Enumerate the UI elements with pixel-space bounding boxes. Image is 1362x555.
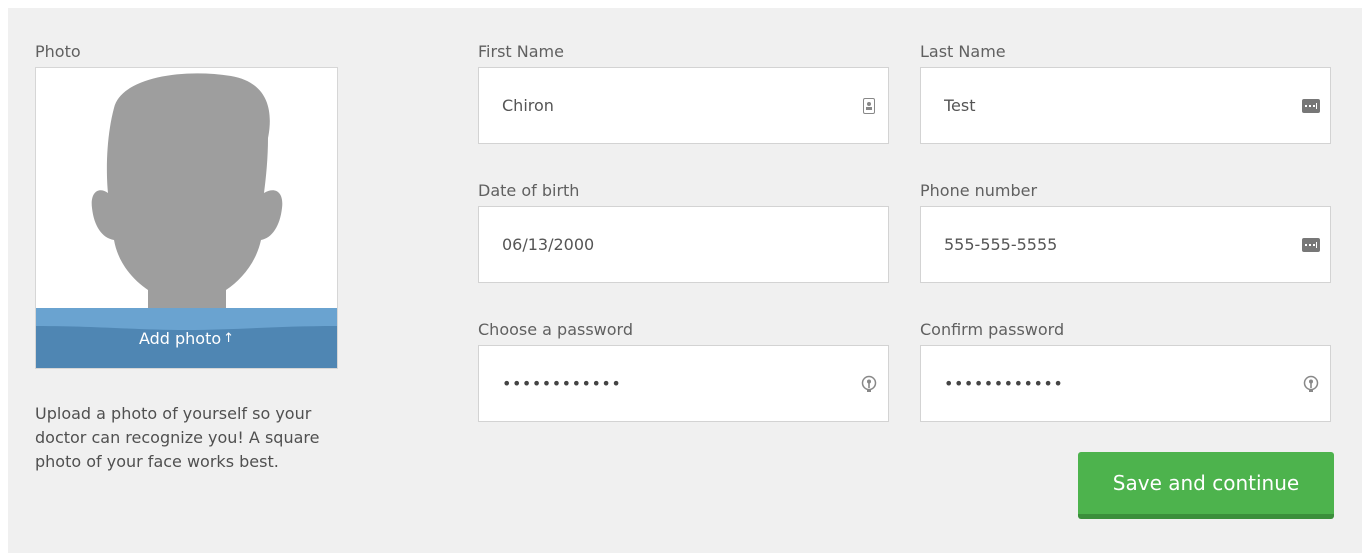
dob-field[interactable] xyxy=(478,206,889,283)
keyboard-autofill-icon[interactable] xyxy=(1302,97,1320,115)
confirm-password-field[interactable]: •••••••••••• xyxy=(920,345,1331,422)
add-photo-button[interactable]: Add photo ↑ xyxy=(36,308,337,368)
first-name-label: First Name xyxy=(478,42,564,61)
phone-label: Phone number xyxy=(920,181,1038,200)
phone-field[interactable] xyxy=(920,206,1331,283)
last-name-label: Last Name xyxy=(920,42,1006,61)
last-name-field[interactable] xyxy=(920,67,1331,144)
key-icon[interactable] xyxy=(860,375,878,393)
password-input[interactable]: •••••••••••• xyxy=(502,374,621,394)
password-label: Choose a password xyxy=(478,320,634,339)
confirm-password-input[interactable]: •••••••••••• xyxy=(944,374,1063,394)
save-and-continue-button[interactable]: Save and continue xyxy=(1078,452,1334,519)
add-photo-label: Add photo xyxy=(138,328,222,348)
last-name-input[interactable] xyxy=(944,68,1284,143)
first-name-field[interactable] xyxy=(478,67,889,144)
dob-label: Date of birth xyxy=(478,181,580,200)
first-name-input[interactable] xyxy=(502,68,842,143)
dob-input[interactable] xyxy=(502,207,842,282)
upload-arrow-icon: ↑ xyxy=(223,330,235,346)
photo-label: Photo xyxy=(35,42,81,61)
key-icon[interactable] xyxy=(1302,375,1320,393)
keyboard-autofill-icon[interactable] xyxy=(1302,236,1320,254)
confirm-password-label: Confirm password xyxy=(920,320,1065,339)
contact-card-icon[interactable] xyxy=(860,97,878,115)
photo-help-text: Upload a photo of yourself so your docto… xyxy=(35,404,320,471)
phone-input[interactable] xyxy=(944,207,1284,282)
password-field[interactable]: •••••••••••• xyxy=(478,345,889,422)
photo-upload-box[interactable]: Add photo ↑ xyxy=(35,67,338,369)
